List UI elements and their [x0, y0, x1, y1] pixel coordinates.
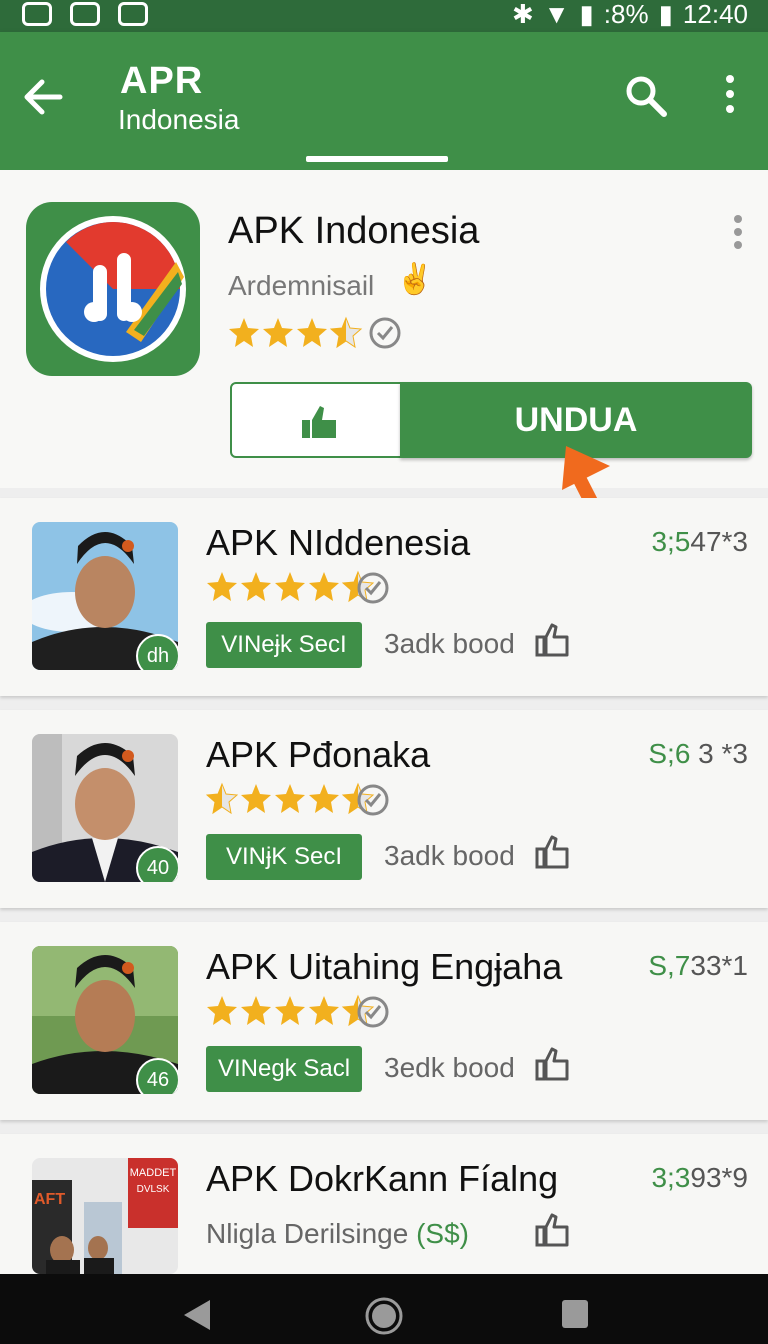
- list-item[interactable]: 46 APK Uitahing Engɉaha S,733*1 VINegk S…: [0, 922, 768, 1120]
- app-notification-icon: [70, 2, 100, 26]
- list-item[interactable]: 40 APK Pđonaka S;6 3 *3 VINɉK SecI 3adk …: [0, 710, 768, 908]
- featured-app-developer[interactable]: Ardemnisail: [228, 270, 374, 302]
- search-icon[interactable]: [624, 74, 668, 118]
- developer-badge: dh: [136, 634, 178, 670]
- app-price: 3;393*9: [651, 1162, 748, 1193]
- wifi-icon: ▼: [543, 0, 570, 29]
- featured-app-title: APK Indonesia: [228, 210, 480, 252]
- list-item[interactable]: MADDET DVLSK AFT APK DokrKann Fíalng 3;3…: [0, 1134, 768, 1274]
- system-nav-bar: [0, 1274, 768, 1344]
- developer-avatar: 46: [32, 946, 178, 1094]
- developer-avatar: 40: [32, 734, 178, 882]
- back-arrow-icon[interactable]: [22, 76, 64, 118]
- list-item[interactable]: dh APK NIddenesia 3;547*3 VINeɉk SecI 3a…: [0, 498, 768, 696]
- sign-text-left: AFT: [34, 1191, 65, 1208]
- thumbs-up-icon[interactable]: [534, 1212, 570, 1248]
- category-chip[interactable]: VINeɉk SecI: [206, 622, 362, 668]
- app-title: APK DokrKann Fíalng: [206, 1158, 559, 1199]
- nav-back-icon[interactable]: [182, 1298, 212, 1332]
- notification-icon: [22, 2, 52, 26]
- featured-app-card: APK Indonesia Ardemnisail ✌ UNDUA: [0, 170, 768, 488]
- thumbs-up-icon: [302, 406, 336, 438]
- rating-stars: [207, 994, 389, 1028]
- more-options-icon[interactable]: [718, 74, 742, 114]
- developer-badge: 46: [136, 1058, 178, 1094]
- thumbs-up-icon[interactable]: [534, 622, 570, 658]
- app-title: APK NIddenesia: [206, 522, 471, 563]
- app-logo-icon[interactable]: [26, 202, 200, 376]
- app-price: S;6 3 *3: [648, 738, 748, 769]
- sign-text-top: MADDET: [130, 1167, 177, 1179]
- thumbs-up-icon[interactable]: [534, 1046, 570, 1082]
- nav-home-icon[interactable]: [364, 1296, 404, 1336]
- battery-level: :8%: [603, 0, 649, 29]
- rating-stars: [206, 782, 389, 816]
- bluetooth-icon: ✱: [511, 0, 534, 29]
- tab-indicator: [306, 156, 448, 162]
- like-button[interactable]: [230, 382, 402, 458]
- app-title: APK Uitahing Engɉaha: [206, 946, 563, 987]
- thumbs-up-icon[interactable]: [534, 834, 570, 870]
- category-chip[interactable]: VINegk Sacl: [206, 1046, 362, 1092]
- featured-rating-stars: [229, 316, 401, 349]
- signal-icon: ▮: [579, 0, 594, 29]
- nav-recents-icon[interactable]: [560, 1298, 590, 1330]
- sign-text-bottom: DVLSK: [137, 1184, 170, 1195]
- app-bar-subtitle: Indonesia: [118, 104, 240, 135]
- category-chip[interactable]: VINɉK SecI: [206, 834, 362, 880]
- featured-more-icon[interactable]: [728, 214, 748, 254]
- clock: 12:40: [682, 0, 748, 29]
- battery-icon: ▮: [658, 0, 673, 29]
- rating-stars: [207, 570, 389, 604]
- app-bar: APR Indonesia: [0, 32, 768, 170]
- app-bar-title: APR: [120, 60, 204, 102]
- developer-avatar: MADDET DVLSK AFT: [32, 1158, 178, 1274]
- app-meta: 3edk bood: [384, 1052, 515, 1083]
- app-subtitle: Nligla Derilsinge (S$): [206, 1218, 469, 1249]
- app-price: S,733*1: [648, 950, 748, 981]
- hand-emoji-icon: ✌: [396, 263, 434, 296]
- developer-badge: 40: [136, 846, 178, 882]
- app-meta: 3adk bood: [384, 840, 515, 871]
- developer-avatar: dh: [32, 522, 178, 670]
- app-price: 3;547*3: [651, 526, 748, 557]
- image-notification-icon: [118, 2, 148, 26]
- app-title: APK Pđonaka: [206, 734, 431, 775]
- status-bar: ✱ ▼ ▮ :8% ▮ 12:40: [0, 0, 768, 32]
- app-meta: 3adk bood: [384, 628, 515, 659]
